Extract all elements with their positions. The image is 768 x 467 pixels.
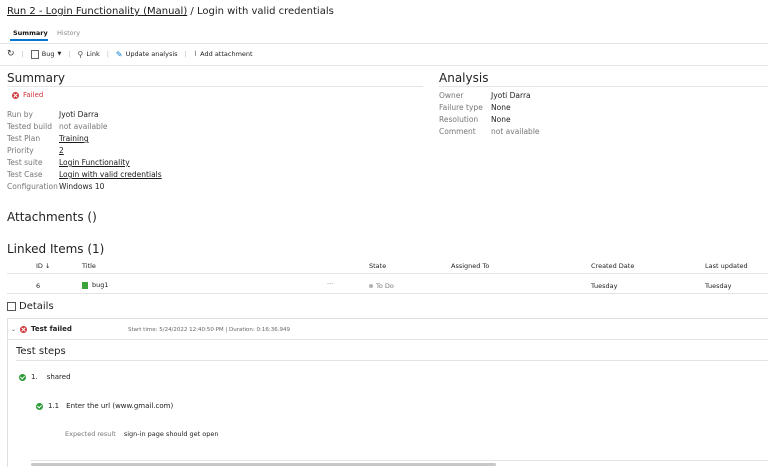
update-analysis-button[interactable]: ✎ Update analysis: [116, 50, 178, 59]
test-steps-heading: Test steps: [16, 346, 66, 357]
page-title: Run 2 - Login Functionality (Manual) / L…: [7, 6, 334, 17]
paperclip-icon: ⌇: [193, 50, 198, 58]
sort-down-icon: ↓: [45, 262, 51, 270]
analysis-labels: Owner Failure type Resolution Comment: [439, 91, 483, 136]
linked-items-heading: Linked Items (1): [7, 242, 105, 256]
details-heading: Details: [7, 301, 54, 312]
test-case-title: Login with valid credentials: [196, 6, 334, 17]
state-dot-icon: [369, 284, 373, 288]
analysis-heading: Analysis: [439, 71, 489, 85]
status-badge: Failed: [12, 91, 43, 99]
summary-heading: Summary: [7, 71, 65, 85]
comment-value: not available: [491, 127, 540, 136]
run-link[interactable]: Run 2 - Login Functionality (Manual): [7, 6, 187, 17]
step-text: Enter the url (www.gmail.com): [66, 402, 174, 410]
active-tab-indicator: [10, 39, 48, 41]
summary-labels: Run by Tested build Test Plan Priority T…: [7, 110, 58, 191]
row-title[interactable]: bug1: [92, 281, 109, 289]
owner-value: Jyoti Darra: [491, 91, 531, 100]
col-state[interactable]: State: [369, 262, 386, 270]
col-id[interactable]: ID ↓: [36, 262, 50, 270]
failed-icon: [12, 91, 19, 99]
tested-build-value: not available: [59, 122, 108, 131]
tab-history[interactable]: History: [57, 29, 80, 37]
row-state: To Do: [376, 282, 394, 290]
link-button[interactable]: ⚲ Link: [78, 50, 100, 59]
run-by-value: Jyoti Darra: [59, 110, 99, 119]
resolution-value: None: [491, 115, 511, 124]
step-text: shared: [46, 373, 71, 381]
toolbar: ↻ | Bug ▼ | ⚲ Link | ✎ Update analysis |…: [7, 49, 253, 59]
col-assigned[interactable]: Assigned To: [451, 262, 489, 270]
list-item: 1. shared: [19, 373, 71, 381]
pencil-icon: ✎: [115, 49, 123, 59]
tab-summary[interactable]: Summary: [13, 29, 48, 37]
bug-button[interactable]: Bug ▼: [30, 49, 62, 59]
col-updated[interactable]: Last updated: [705, 262, 748, 270]
col-created[interactable]: Created Date: [591, 262, 634, 270]
attachments-heading: Attachments (): [7, 210, 97, 224]
test-result-header[interactable]: ⌄ Test failed: [11, 325, 72, 333]
passed-icon: [36, 402, 43, 410]
priority-value: 2: [59, 146, 64, 155]
analysis-values: Jyoti Darra None None not available: [491, 90, 540, 138]
step-number: 1.: [31, 373, 38, 381]
failure-type-value: None: [491, 103, 511, 112]
more-actions-icon[interactable]: ···: [327, 280, 333, 288]
expected-result: Expected result sign-in page should get …: [65, 430, 219, 438]
row-updated: Tuesday: [705, 282, 732, 290]
bug-work-item-icon: [82, 281, 88, 289]
refresh-icon[interactable]: ↻: [7, 49, 15, 59]
col-title[interactable]: Title: [82, 262, 96, 270]
link-icon: ⚲: [77, 49, 84, 59]
test-plan-link[interactable]: Training: [59, 133, 162, 145]
test-run-meta: Start time: 5/24/2022 12:40:50 PM | Dura…: [128, 327, 290, 333]
chevron-down-icon[interactable]: ⌄: [11, 326, 16, 333]
test-case-link[interactable]: Login with valid credentials: [59, 169, 162, 181]
list-item: 1.1 Enter the url (www.gmail.com): [36, 402, 173, 410]
row-id: 6: [36, 282, 41, 290]
test-suite-link[interactable]: Login Functionality: [59, 157, 162, 169]
row-created: Tuesday: [591, 282, 618, 290]
summary-values: Jyoti Darra not available Training 2 Log…: [59, 109, 162, 193]
passed-icon: [19, 373, 26, 381]
add-attachment-button[interactable]: ⌇ Add attachment: [194, 50, 253, 58]
details-panel: [7, 318, 768, 467]
configuration-value: Windows 10: [59, 182, 105, 191]
step-number: 1.1: [48, 402, 60, 410]
test-result-label: Test failed: [31, 325, 72, 333]
bug-icon: [30, 49, 39, 59]
failed-icon: [20, 325, 28, 333]
details-icon: [7, 302, 16, 311]
caret-down-icon: ▼: [57, 51, 62, 57]
